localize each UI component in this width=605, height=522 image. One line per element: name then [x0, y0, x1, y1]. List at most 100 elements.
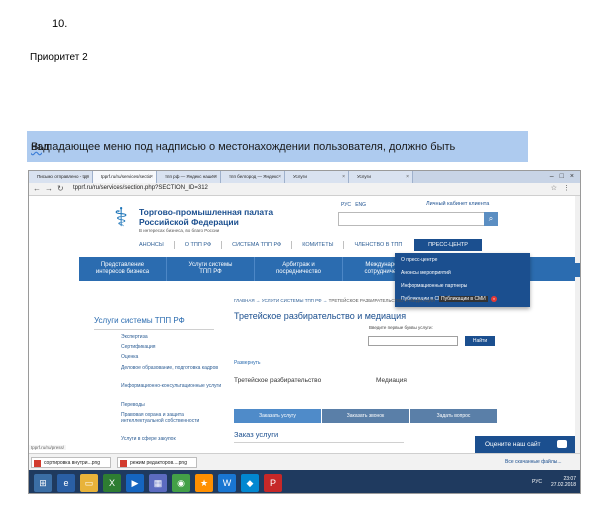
browser-tab[interactable]: Услуги ×	[349, 171, 413, 183]
windows-start-icon[interactable]: ⊞	[34, 473, 52, 492]
tab-order-service[interactable]: Заказать услугу	[234, 409, 322, 423]
topnav-system[interactable]: СИСТЕМА ТПП РФ	[222, 241, 293, 249]
breadcrumb-sep: →	[322, 298, 328, 303]
breadcrumb-current: ТРЕТЕЙСКОЕ РАЗБИРАТЕЛЬСТВО И МЕДИАЦИЯ	[328, 298, 436, 303]
forward-icon[interactable]: →	[45, 184, 53, 193]
org-name-line2: Российской Федерации	[139, 217, 239, 227]
browser-tab[interactable]: Письмо отправлено - tpp ×	[29, 171, 93, 183]
word-icon[interactable]: W	[218, 473, 236, 492]
expand-link[interactable]: Развернуть	[234, 360, 261, 366]
breadcrumb-services[interactable]: УСЛУГИ СИСТЕМЫ ТПП РФ	[262, 298, 322, 303]
dropdown-tooltip: Публикации в СМИ	[439, 296, 488, 302]
browser-tab[interactable]: тпп белгород — Яндекс ×	[221, 171, 285, 183]
close-icon[interactable]: ×	[406, 171, 409, 183]
window-controls[interactable]: –□×	[550, 171, 580, 183]
powerpoint-icon[interactable]: P	[264, 473, 282, 492]
topnav-committees[interactable]: КОМИТЕТЫ	[292, 241, 345, 249]
highlighted-text: Выпадающее меню под надписью о местонахо…	[27, 131, 528, 162]
close-icon[interactable]: ×	[278, 171, 281, 183]
divider	[234, 442, 404, 443]
sidebar-item[interactable]: Оценка	[121, 354, 226, 360]
topnav-about[interactable]: О ТПП РФ	[175, 241, 223, 249]
browser-tab[interactable]: тпп рф — Яндекс нашёл ×	[157, 171, 221, 183]
service-arbitration[interactable]: Третейское разбирательство	[234, 377, 321, 384]
close-icon[interactable]: ×	[214, 171, 217, 183]
topnav-announcements[interactable]: АНОНСЫ	[129, 241, 175, 249]
close-icon[interactable]: ×	[86, 171, 89, 183]
find-button[interactable]: Найти	[465, 336, 495, 346]
sidebar-item[interactable]: Экспертиза	[121, 334, 226, 340]
mainnav-arbitration[interactable]: Арбитраж и посредничество	[255, 257, 343, 281]
breadcrumb: ГЛАВНАЯ → УСЛУГИ СИСТЕМЫ ТПП РФ → ТРЕТЕЙ…	[234, 298, 435, 303]
sidebar-item[interactable]: Деловое образование, подготовка кадров	[121, 365, 226, 371]
sidebar-item[interactable]: Информационно-консультационные услуги	[121, 383, 226, 389]
close-icon[interactable]: ×	[342, 171, 345, 183]
scrollbar[interactable]	[575, 196, 580, 466]
app-icon[interactable]: ◆	[241, 473, 259, 492]
site-search-input[interactable]	[338, 212, 486, 226]
download-item[interactable]: сортировка внутри...png	[31, 457, 111, 468]
topnav-membership[interactable]: ЧЛЕНСТВО В ТПП	[344, 241, 412, 249]
dropdown-item-partners[interactable]: Информационные партнеры	[395, 279, 530, 292]
status-url: tpprf.ru/ru/press/	[29, 445, 67, 450]
mainnav-business-interests[interactable]: Представление интересов бизнеса	[79, 257, 167, 281]
address-bar: ← → ↻ tpprf.ru/ru/services/section.php?S…	[29, 183, 580, 196]
all-downloads-link[interactable]: Все скачанные файлы...	[505, 459, 562, 465]
keyboard-language[interactable]: РУС	[532, 479, 542, 485]
sidebar-title: Услуги системы ТПП РФ	[94, 316, 214, 330]
document-priority: Приоритет 2	[30, 52, 88, 63]
app-icon[interactable]: ★	[195, 473, 213, 492]
scroll-top-icon[interactable]	[575, 263, 580, 277]
caduceus-logo-icon[interactable]: ⚕	[109, 201, 133, 233]
topnav-press-center[interactable]: ПРЕСС-ЦЕНТР	[414, 239, 482, 251]
folder-icon[interactable]: ▭	[80, 473, 98, 492]
org-tagline: В интересах бизнеса, во благо России	[139, 228, 220, 233]
browser-tab-active[interactable]: tpprf.ru/ru/services/sectio ×	[93, 171, 157, 183]
tab-ask-question[interactable]: Задать вопрос	[410, 409, 498, 423]
breadcrumb-home[interactable]: ГЛАВНАЯ	[234, 298, 255, 303]
store-icon[interactable]: ▦	[149, 473, 167, 492]
search-icon[interactable]: ⌕	[484, 212, 498, 226]
service-mediation[interactable]: Медиация	[376, 377, 407, 384]
clock[interactable]: 23:07 27.02.2018	[551, 476, 576, 488]
page-title: Третейское разбирательство и медиация	[234, 311, 407, 321]
toolbar-icons[interactable]: ☆⋮	[551, 184, 576, 192]
org-name[interactable]: Торгово-промышленная палата Российской Ф…	[139, 207, 273, 227]
rate-site-button[interactable]: Оцените наш сайт	[475, 436, 575, 453]
url-field[interactable]: tpprf.ru/ru/services/section.php?SECTION…	[73, 185, 208, 191]
browser-tab[interactable]: Услуги ×	[285, 171, 349, 183]
sidebar-item[interactable]: Услуги в сфере закупок	[121, 436, 226, 442]
close-icon[interactable]: ×	[150, 171, 153, 183]
back-icon[interactable]: ←	[33, 184, 41, 193]
image-file-icon	[120, 460, 127, 467]
download-item[interactable]: режим редакторов....png	[117, 457, 197, 468]
highlight-main: Выпадающее меню под надписью о местонахо…	[31, 141, 456, 153]
sidebar-item[interactable]: Переводы	[121, 402, 226, 408]
service-search-input[interactable]	[368, 336, 458, 346]
dropdown-item-about[interactable]: О пресс-центре	[395, 253, 530, 266]
ie-icon[interactable]: e	[57, 473, 75, 492]
tab-order-call[interactable]: Заказать звонок	[322, 409, 410, 423]
client-cabinet-link[interactable]: Личный кабинет клиента	[426, 201, 489, 207]
sidebar-item[interactable]: Сертификация	[121, 344, 226, 350]
language-switch: РУС ENG	[341, 202, 366, 208]
document-number: 10.	[52, 18, 68, 30]
dropdown-item-announcements[interactable]: Анонсы мероприятий	[395, 266, 530, 279]
order-tabs: Заказать услугу Заказать звонок Задать в…	[234, 409, 498, 423]
media-icon[interactable]: ▶	[126, 473, 144, 492]
browser-tabbar: Письмо отправлено - tpp × tpprf.ru/ru/ser…	[29, 171, 580, 183]
top-nav: АНОНСЫ О ТПП РФ СИСТЕМА ТПП РФ КОМИТЕТЫ …	[129, 241, 412, 249]
image-file-icon	[34, 460, 41, 467]
sidebar-item[interactable]: Правовая охрана и защита интеллектуально…	[121, 412, 226, 424]
rate-site-label: Оцените наш сайт	[485, 441, 541, 448]
reload-icon[interactable]: ↻	[57, 184, 64, 193]
excel-icon[interactable]: X	[103, 473, 121, 492]
chat-icon	[557, 440, 567, 448]
order-title: Заказ услуги	[234, 430, 279, 439]
mainnav-services[interactable]: Услуги системы ТПП РФ	[167, 257, 255, 281]
chrome-icon[interactable]: ◉	[172, 473, 190, 492]
close-icon[interactable]: ×	[491, 296, 497, 302]
windows-taskbar: ⊞ e ▭ X ▶ ▦ ◉ ★ W ◆ P РУС 23:07 27.02.20…	[29, 470, 580, 493]
lang-ru[interactable]: РУС	[341, 202, 351, 208]
lang-en[interactable]: ENG	[355, 202, 366, 208]
